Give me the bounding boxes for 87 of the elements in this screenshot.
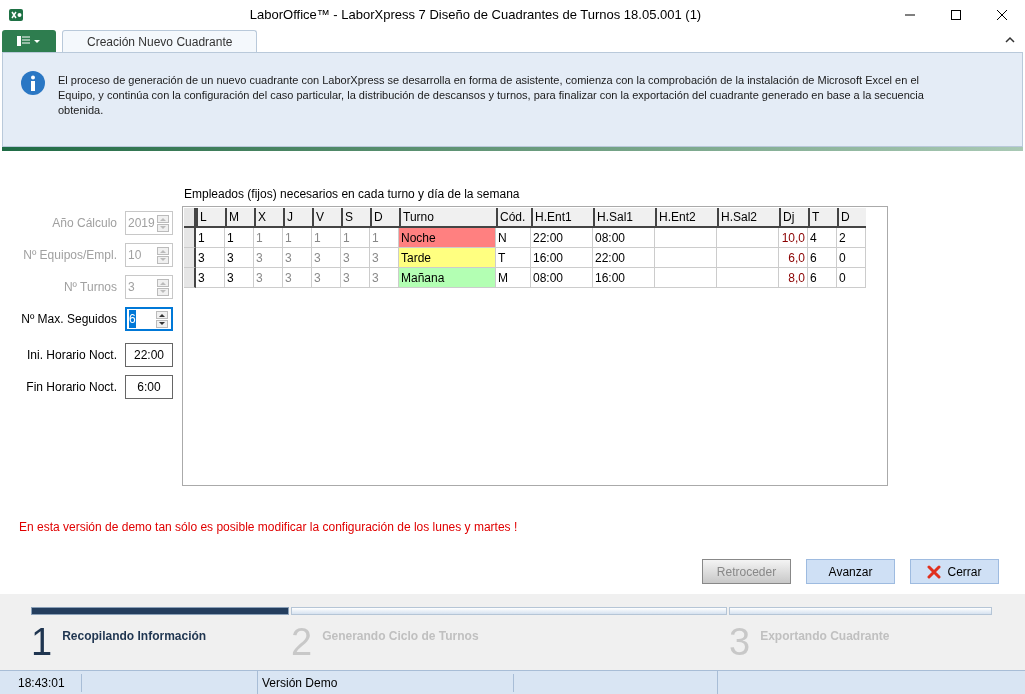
window-title: LaborOffice™ - LaborXpress 7 Diseño de Cuadrantes de Turnos 18.05.001 (1) <box>248 6 703 25</box>
column-header[interactable]: H.Ent2 <box>655 208 717 228</box>
table-cell: 3 <box>283 268 312 288</box>
step-number: 1 <box>31 622 53 662</box>
table-cell <box>655 248 717 268</box>
step-label: Recopilando Información <box>62 628 207 645</box>
table-cell: 1 <box>254 228 283 248</box>
table-caption: Empleados (fijos) necesarios en cada turno y día de la semana <box>184 186 521 203</box>
table-cell: 3 <box>312 268 341 288</box>
grid-corner-cell[interactable] <box>184 208 196 228</box>
table-cell: 1 <box>225 228 254 248</box>
table-cell: 4 <box>808 228 837 248</box>
table-cell: 0 <box>837 268 866 288</box>
column-header[interactable]: H.Sal2 <box>717 208 779 228</box>
spinner-field[interactable]: 6 <box>125 307 173 331</box>
row-header[interactable] <box>184 248 196 268</box>
status-time: 18:43:01 <box>0 673 82 692</box>
spinner-arrows-icon[interactable] <box>156 310 168 328</box>
table-cell: 2 <box>837 228 866 248</box>
table-cell: 16:00 <box>593 268 655 288</box>
field-label: Ini. Horario Noct. <box>26 347 117 364</box>
table-cell: 3 <box>341 248 370 268</box>
table-cell: 1 <box>283 228 312 248</box>
table-cell: 3 <box>341 268 370 288</box>
table-cell: 3 <box>225 268 254 288</box>
column-header[interactable]: Dj <box>779 208 808 228</box>
x-icon <box>927 564 942 579</box>
table-cell: T <box>496 248 531 268</box>
info-icon <box>20 70 46 96</box>
table-cell: 16:00 <box>531 248 593 268</box>
column-header[interactable]: Cód. <box>496 208 531 228</box>
table-cell: 0 <box>837 248 866 268</box>
table-cell <box>655 268 717 288</box>
table-cell: Tarde <box>399 248 496 268</box>
column-header[interactable]: H.Ent1 <box>531 208 593 228</box>
row-header[interactable] <box>184 228 196 248</box>
time-field[interactable]: 22:00 <box>125 343 173 367</box>
table-cell <box>717 248 779 268</box>
table-cell: 22:00 <box>531 228 593 248</box>
app-logo-icon <box>8 7 24 23</box>
tab[interactable]: Creación Nuevo Cuadrante <box>62 30 258 52</box>
field-label: Nº Turnos <box>63 279 117 296</box>
column-header[interactable]: T <box>808 208 837 228</box>
status-edition: Versión Demo <box>258 673 514 692</box>
table-cell <box>717 228 779 248</box>
column-header[interactable]: D <box>837 208 866 228</box>
table-cell: 1 <box>341 228 370 248</box>
close-button[interactable]: Cerrar <box>910 559 999 584</box>
table-cell <box>717 268 779 288</box>
table-cell: 6 <box>808 248 837 268</box>
column-header[interactable]: L <box>196 208 225 228</box>
table-cell: 6 <box>808 268 837 288</box>
column-header[interactable]: M <box>225 208 254 228</box>
column-header[interactable]: Turno <box>399 208 496 228</box>
table-cell: 1 <box>196 228 225 248</box>
field-label: Nº Max. Seguidos <box>21 311 117 328</box>
table-cell <box>655 228 717 248</box>
table-cell: 3 <box>225 248 254 268</box>
collapse-ribbon-icon[interactable] <box>1005 36 1015 44</box>
wizard-button[interactable]: Avanzar <box>806 559 895 584</box>
menu-icon <box>17 36 41 46</box>
field-label: Fin Horario Noct. <box>26 379 117 396</box>
table-cell: 3 <box>283 248 312 268</box>
table-cell: 3 <box>254 268 283 288</box>
table-cell: M <box>496 268 531 288</box>
table-cell: 6,0 <box>779 248 808 268</box>
table-cell: 3 <box>254 248 283 268</box>
time-field[interactable]: 6:00 <box>125 375 173 399</box>
info-text: El proceso de generación de un nuevo cuadrante con LaborXpress se desarrolla en forma de asistente, comienza con la comprobación de la instalación de Microsoft Excel en el Equipo, y continúa con la configuración del caso particular, la distribución de descansos y turnos, para finalizar con la exportación del cuadrante generado en base a la secuencia obtenida. <box>58 73 925 118</box>
table-cell: 3 <box>196 268 225 288</box>
row-header[interactable] <box>184 268 196 288</box>
table-cell: 08:00 <box>531 268 593 288</box>
table-cell: 22:00 <box>593 248 655 268</box>
table-cell: 1 <box>312 228 341 248</box>
table-cell: N <box>496 228 531 248</box>
table-cell: 08:00 <box>593 228 655 248</box>
field-label: Nº Equipos/Empl. <box>23 247 117 264</box>
table-cell: 10,0 <box>779 228 808 248</box>
field-label: Año Cálculo <box>52 215 117 232</box>
table-cell: Noche <box>399 228 496 248</box>
table-cell: 3 <box>312 248 341 268</box>
app-menu-button[interactable] <box>2 30 56 52</box>
table-cell: 8,0 <box>779 268 808 288</box>
table-cell: 3 <box>196 248 225 268</box>
column-header[interactable]: H.Sal1 <box>593 208 655 228</box>
table-cell: Mañana <box>399 268 496 288</box>
demo-warning: En esta versión de demo tan sólo es posible modificar la configuración de los lunes y martes ! <box>19 519 519 536</box>
